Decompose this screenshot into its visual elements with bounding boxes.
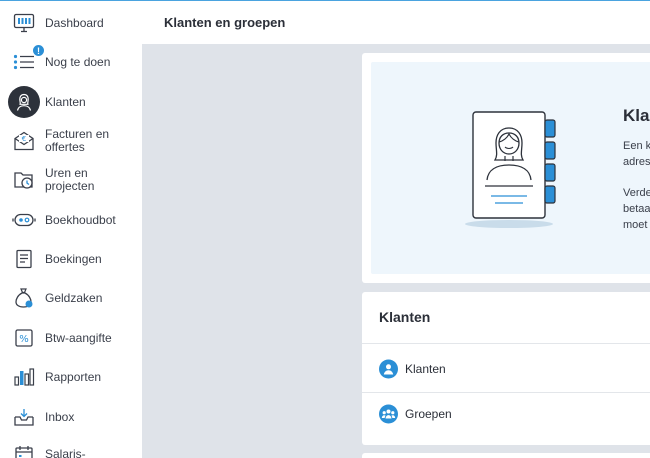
dashboard-icon (8, 7, 40, 39)
intro-panel: Kla Een k adres Verde betaa moet (371, 62, 650, 274)
intro-title: Kla (623, 106, 650, 125)
list-item-groepen[interactable]: Groepen (362, 392, 650, 436)
bot-icon (8, 204, 40, 236)
list-item-label: Groepen (405, 407, 452, 421)
intro-text-line: Verde (623, 187, 650, 199)
sidebar-item-label: Dashboard (45, 15, 104, 30)
sidebar-item-dashboard[interactable]: Dashboard (0, 4, 142, 42)
svg-text:€: € (22, 135, 26, 143)
sidebar-item-label: Inbox (45, 409, 75, 424)
intro-text-line: betaa (623, 203, 650, 215)
sidebar-item-label: Btw-aangifte (45, 330, 112, 345)
sidebar-item-inbox[interactable]: Inbox (0, 398, 142, 436)
sidebar-item-boekhoudbot[interactable]: Boekhoudbot (0, 201, 142, 239)
intro-text-line: moet (623, 219, 648, 231)
next-card (362, 453, 650, 458)
section-heading: Klanten (379, 309, 431, 325)
invoice-icon: € (8, 125, 40, 157)
sidebar-item-label: Klanten (45, 94, 86, 109)
intro-text-line: adres (623, 156, 650, 168)
bookings-icon (8, 243, 40, 275)
divider (362, 343, 650, 344)
notification-badge: ! (32, 44, 45, 57)
sidebar-item-geldzaken[interactable]: Geldzaken (0, 279, 142, 317)
sidebar-item-facturen[interactable]: € Facturen en offertes (0, 122, 142, 160)
sidebar-item-boekingen[interactable]: Boekingen (0, 240, 142, 278)
sidebar-item-label: Boekingen (45, 251, 102, 266)
group-icon (379, 404, 398, 424)
svg-text:%: % (19, 334, 29, 345)
sidebar-item-label: Boekhoudbot (45, 212, 116, 227)
vat-percent-icon: % (8, 322, 40, 354)
todo-list-icon: ! (8, 44, 45, 78)
list-item-label: Klanten (405, 362, 446, 376)
person-icon (379, 359, 398, 379)
sidebar-item-salaris[interactable]: Salaris- (0, 435, 142, 458)
sidebar-item-label: Geldzaken (45, 290, 103, 305)
page-title: Klanten en groepen (164, 15, 286, 30)
intro-card: Kla Een k adres Verde betaa moet (362, 53, 650, 283)
reports-chart-icon (8, 361, 40, 393)
sidebar-item-rapporten[interactable]: Rapporten (0, 358, 142, 396)
page-header: Klanten en groepen (142, 0, 650, 44)
customers-list-card: Klanten Klanten Groepen (362, 292, 650, 445)
sidebar: Dashboard ! Nog te doen Klanten € Factur… (0, 0, 142, 458)
top-accent-line (0, 0, 650, 1)
contact-book-illustration (465, 111, 556, 228)
customer-icon (8, 86, 40, 118)
sidebar-item-label: Uren en projecten (45, 166, 95, 193)
sidebar-item-label: Facturen en offertes (45, 127, 110, 154)
sidebar-item-btw[interactable]: % Btw-aangifte (0, 319, 142, 357)
salary-calendar-icon (8, 438, 40, 458)
hours-icon (8, 164, 40, 196)
sidebar-item-uren[interactable]: Uren en projecten (0, 161, 142, 199)
list-item-klanten[interactable]: Klanten (362, 347, 650, 391)
sidebar-item-label: Salaris- (45, 446, 86, 458)
intro-text-line: Een k (623, 140, 650, 152)
money-bag-icon (8, 282, 40, 314)
inbox-icon (8, 401, 40, 433)
sidebar-item-klanten[interactable]: Klanten (0, 83, 142, 121)
sidebar-item-label: Nog te doen (45, 54, 111, 69)
sidebar-item-todo[interactable]: ! Nog te doen (0, 43, 142, 81)
sidebar-item-label: Rapporten (45, 369, 102, 384)
